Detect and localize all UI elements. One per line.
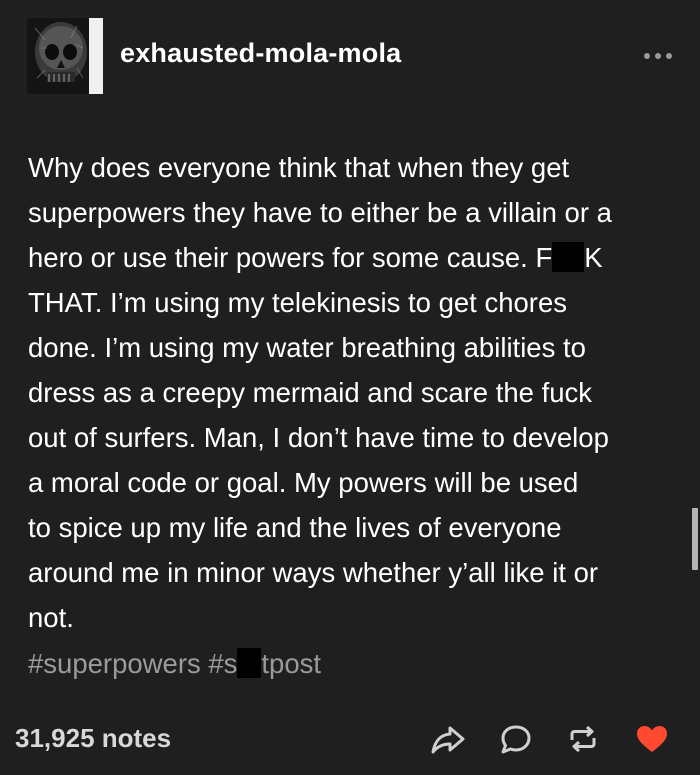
tag-superpowers[interactable]: #superpowers: [28, 648, 201, 679]
body-line: out of surfers. Man, I don’t have time t…: [28, 422, 609, 453]
more-dots-icon: [666, 53, 672, 59]
tag-text: #s: [208, 648, 238, 679]
post-tags: #superpowers #s tpost: [28, 648, 321, 680]
more-dots-icon: [644, 53, 650, 59]
share-arrow-icon: [431, 726, 465, 754]
body-line: to spice up my life and the lives of eve…: [28, 512, 562, 543]
body-line: dress as a creepy mermaid and scare the …: [28, 377, 593, 408]
body-line: superpowers they have to either be a vil…: [28, 197, 612, 228]
heart-icon: [637, 726, 667, 752]
scrollbar[interactable]: [692, 508, 698, 570]
body-line: THAT. I’m using my telekinesis to get ch…: [28, 287, 567, 318]
post-footer: 31,925 notes: [0, 705, 700, 775]
avatar[interactable]: [27, 18, 103, 94]
tag-shitpost[interactable]: #s tpost: [208, 648, 321, 679]
like-button[interactable]: [632, 719, 672, 759]
share-button[interactable]: [428, 719, 468, 759]
reblog-icon: [570, 725, 596, 753]
more-options-button[interactable]: [640, 50, 676, 62]
reblog-button[interactable]: [563, 719, 603, 759]
post-header: exhausted-mola-mola: [0, 0, 700, 115]
body-line: a moral code or goal. My powers will be …: [28, 467, 579, 498]
body-line-text: hero or use their powers for some cause.…: [28, 242, 553, 273]
avatar-skull-image: [27, 18, 103, 94]
body-line: Why does everyone think that when they g…: [28, 152, 570, 183]
reply-bubble-icon: [501, 725, 531, 754]
reply-button[interactable]: [496, 719, 536, 759]
body-line-text: K: [584, 242, 603, 273]
body-line: done. I’m using my water breathing abili…: [28, 332, 586, 363]
post-body: Why does everyone think that when they g…: [28, 145, 678, 640]
redaction-box: [237, 648, 262, 678]
more-dots-icon: [655, 53, 661, 59]
tag-text: tpost: [261, 648, 322, 679]
username[interactable]: exhausted-mola-mola: [120, 38, 401, 69]
body-line: around me in minor ways whether y’all li…: [28, 557, 599, 588]
body-line: hero or use their powers for some cause.…: [28, 235, 678, 280]
post-actions: [0, 719, 700, 759]
body-line: not.: [28, 602, 74, 633]
redaction-box: [552, 242, 585, 272]
